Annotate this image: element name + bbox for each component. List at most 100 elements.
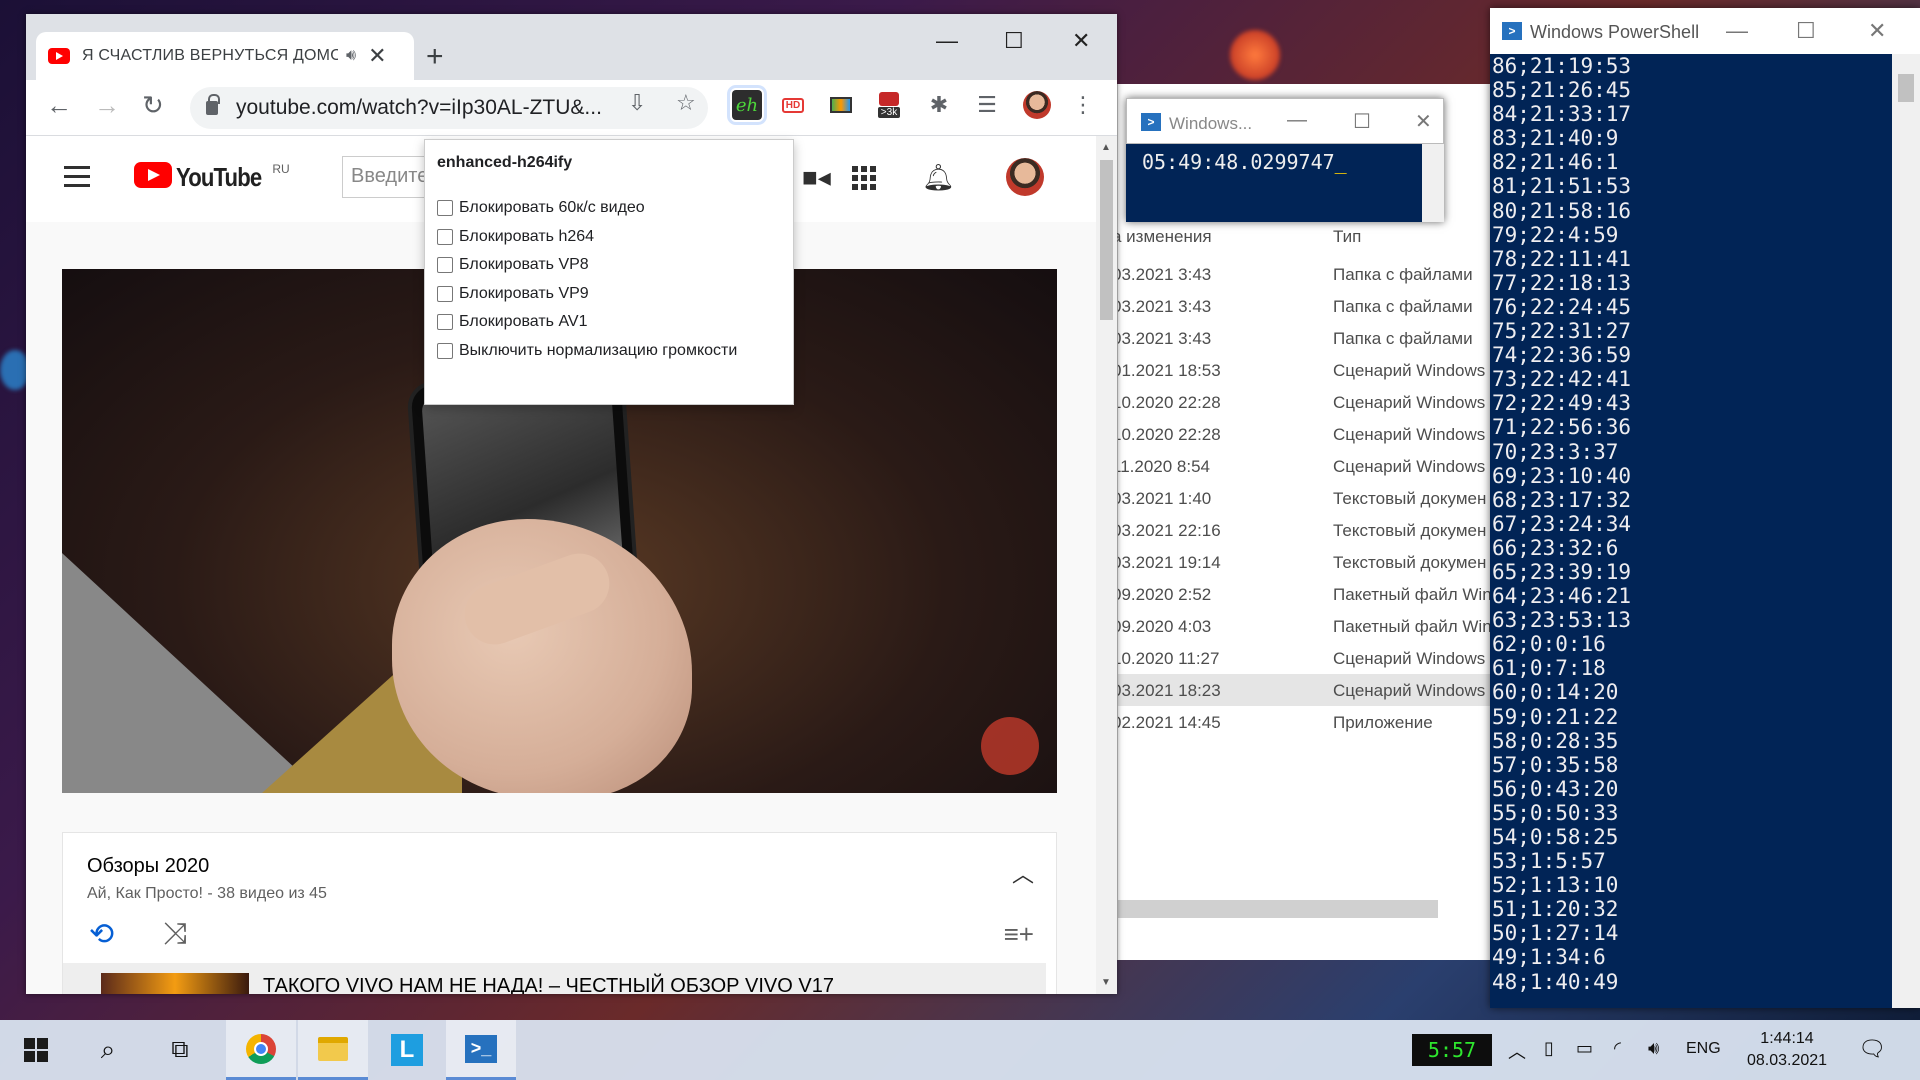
minimize-button[interactable]: — — [936, 28, 958, 54]
file-row[interactable]: 02.2021 14:45 Приложение — [1118, 706, 1491, 738]
playlist-channel[interactable]: Ай, Как Просто! — [87, 885, 203, 902]
maximize-button[interactable]: ☐ — [1796, 18, 1816, 44]
file-row[interactable]: 03.2021 19:14 Текстовый докумен — [1118, 546, 1491, 578]
url-text[interactable]: youtube.com/watch?v=iIp30AL-ZTU&... — [236, 96, 606, 120]
clock-widget[interactable]: 5:57 — [1412, 1034, 1492, 1066]
file-row[interactable]: 09.2020 2:52 Пакетный файл Win — [1118, 578, 1491, 610]
file-row[interactable]: 03.2021 3:43 Папка с файлами — [1118, 322, 1491, 354]
wifi-icon[interactable]: ◜ — [1614, 1038, 1621, 1059]
file-row[interactable]: 03.2021 3:43 Папка с файлами — [1118, 290, 1491, 322]
tab-close-icon[interactable]: ✕ — [368, 43, 386, 69]
battery-icon[interactable]: ▭ — [1576, 1038, 1593, 1059]
checkbox[interactable] — [437, 200, 453, 217]
maximize-button[interactable]: ☐ — [1353, 109, 1371, 134]
popup-option[interactable]: Выключить нормализацию громкости — [437, 337, 781, 366]
file-row[interactable]: 10.2020 22:28 Сценарий Windows — [1118, 386, 1491, 418]
powershell-window[interactable]: > Windows PowerShell — ☐ ✕ 86;21:19:53 85… — [1490, 8, 1920, 1008]
playlist-item[interactable]: ТАКОГО VIVO НАМ НЕ НАДА! – ЧЕСТНЫЙ ОБЗОР… — [63, 963, 1046, 994]
file-row[interactable]: 10.2020 11:27 Сценарий Windows — [1118, 642, 1491, 674]
file-row[interactable]: 11.2020 8:54 Сценарий Windows — [1118, 450, 1491, 482]
forward-arrow-icon[interactable]: → — [94, 90, 120, 121]
profile-avatar[interactable] — [1022, 90, 1052, 120]
taskbar-explorer[interactable] — [298, 1020, 368, 1080]
taskbar-l-app[interactable]: L — [372, 1020, 442, 1080]
powershell-small-output[interactable]: 05:49:48.0299747_ — [1142, 150, 1347, 174]
notifications-bell-icon[interactable]: 🔔︎ — [922, 162, 955, 193]
powershell-scrollbar[interactable] — [1892, 54, 1920, 1008]
minimize-button[interactable]: — — [1287, 109, 1307, 132]
file-row[interactable]: 03.2021 3:43 Папка с файлами — [1118, 258, 1491, 290]
powershell-small-titlebar[interactable]: > Windows... — ☐ ✕ — [1126, 98, 1444, 144]
playlist-item-title[interactable]: ТАКОГО VIVO НАМ НЕ НАДА! – ЧЕСТНЫЙ ОБЗОР… — [263, 975, 834, 994]
close-button[interactable]: ✕ — [1415, 109, 1432, 134]
playlist-title[interactable]: Обзоры 2020 — [87, 855, 209, 878]
playlist-item-thumbnail[interactable] — [101, 973, 249, 994]
bookmark-star-icon[interactable]: ☆ — [676, 90, 696, 116]
checkbox[interactable] — [437, 257, 453, 274]
tab-youtube[interactable]: Я СЧАСТЛИВ ВЕРНУТЬСЯ ДОМОЙ 🔊︎ ✕ — [36, 32, 414, 80]
powershell-output[interactable]: 86;21:19:53 85;21:26:45 84;21:33:17 83;21:4… — [1492, 54, 1631, 994]
column-type[interactable]: Тип — [1333, 227, 1361, 247]
file-row[interactable]: 03.2021 18:23 Сценарий Windows — [1118, 674, 1491, 706]
maximize-button[interactable]: ☐ — [1004, 28, 1024, 54]
lock-icon[interactable] — [206, 94, 220, 115]
close-button[interactable]: ✕ — [1868, 18, 1886, 44]
language-indicator[interactable]: ENG — [1686, 1040, 1721, 1058]
notifications-icon[interactable]: 🗨︎ — [1858, 1036, 1886, 1062]
loop-playlist-icon[interactable]: ⟲ — [89, 917, 114, 952]
start-button[interactable] — [6, 1020, 66, 1080]
checkbox[interactable] — [437, 342, 453, 359]
media-queue-icon[interactable]: ☰ — [972, 90, 1002, 120]
scrollbar-thumb[interactable] — [1898, 74, 1914, 102]
save-playlist-icon[interactable]: ≡+ — [1004, 919, 1034, 950]
enhanced-h264ify-extension-icon[interactable]: eh — [727, 85, 767, 125]
reload-icon[interactable]: ↻ — [142, 90, 164, 121]
channel-watermark[interactable] — [981, 717, 1039, 775]
account-avatar[interactable] — [1006, 158, 1044, 196]
chevron-up-icon[interactable]: ︿ — [1012, 857, 1034, 889]
search-icon[interactable]: ⌕ — [78, 1020, 138, 1080]
recorder-extension-icon[interactable]: >3k — [874, 90, 904, 120]
extensions-puzzle-icon[interactable]: ✱ — [924, 90, 954, 120]
file-row[interactable]: 09.2020 4:03 Пакетный файл Win — [1118, 610, 1491, 642]
popup-option[interactable]: Блокировать h264 — [437, 223, 781, 252]
close-button[interactable]: ✕ — [1072, 28, 1090, 54]
taskbar-powershell[interactable]: >_ — [446, 1020, 516, 1080]
file-row[interactable]: 03.2021 1:40 Текстовый докумен — [1118, 482, 1491, 514]
shuffle-icon[interactable]: ⤨ — [163, 917, 187, 951]
powershell-small-scrollbar[interactable] — [1422, 144, 1444, 222]
monitor-extension-icon[interactable] — [826, 90, 856, 120]
powershell-small-window[interactable]: > Windows... — ☐ ✕ 05:49:48.0299747_ — [1126, 98, 1444, 222]
column-date-modified[interactable]: а изменения — [1112, 227, 1212, 247]
popup-option[interactable]: Блокировать VP8 — [437, 251, 781, 280]
create-video-icon[interactable]: ■◂ — [802, 162, 831, 193]
browser-menu-icon[interactable]: ⋮ — [1068, 90, 1098, 120]
hd-extension-icon[interactable]: HD — [778, 90, 808, 120]
explorer-horizontal-scrollbar[interactable] — [1118, 900, 1438, 918]
scroll-down-arrow-icon[interactable]: ▼ — [1101, 977, 1111, 988]
task-view-icon[interactable]: ⧉ — [150, 1020, 210, 1080]
phone-link-icon[interactable]: ▯ — [1544, 1038, 1554, 1059]
checkbox[interactable] — [437, 228, 453, 245]
install-app-icon[interactable]: ⇩ — [628, 90, 646, 116]
hamburger-menu-icon[interactable] — [64, 166, 90, 193]
minimize-button[interactable]: — — [1726, 18, 1748, 44]
scroll-up-arrow-icon[interactable]: ▲ — [1101, 142, 1111, 153]
popup-option[interactable]: Блокировать VP9 — [437, 280, 781, 309]
checkbox[interactable] — [437, 314, 453, 331]
checkbox[interactable] — [437, 285, 453, 302]
volume-icon[interactable]: 🔊︎ — [1648, 1038, 1659, 1059]
scrollbar-thumb[interactable] — [1100, 160, 1113, 320]
system-clock[interactable]: 1:44:14 08.03.2021 — [1742, 1028, 1832, 1072]
page-scrollbar[interactable]: ▲ ▼ — [1096, 136, 1117, 994]
new-tab-button[interactable]: + — [426, 40, 444, 74]
taskbar-chrome[interactable] — [226, 1020, 296, 1080]
speaker-icon[interactable]: 🔊︎ — [346, 47, 356, 65]
explorer-column-header[interactable]: а изменения Тип — [1112, 220, 1491, 256]
popup-option[interactable]: Блокировать 60к/с видео — [437, 194, 781, 223]
back-arrow-icon[interactable]: ← — [46, 90, 72, 121]
apps-grid-icon[interactable] — [852, 166, 876, 190]
file-row[interactable]: 03.2021 22:16 Текстовый докумен — [1118, 514, 1491, 546]
popup-option[interactable]: Блокировать AV1 — [437, 308, 781, 337]
youtube-logo[interactable]: YouTube RU — [134, 162, 290, 193]
